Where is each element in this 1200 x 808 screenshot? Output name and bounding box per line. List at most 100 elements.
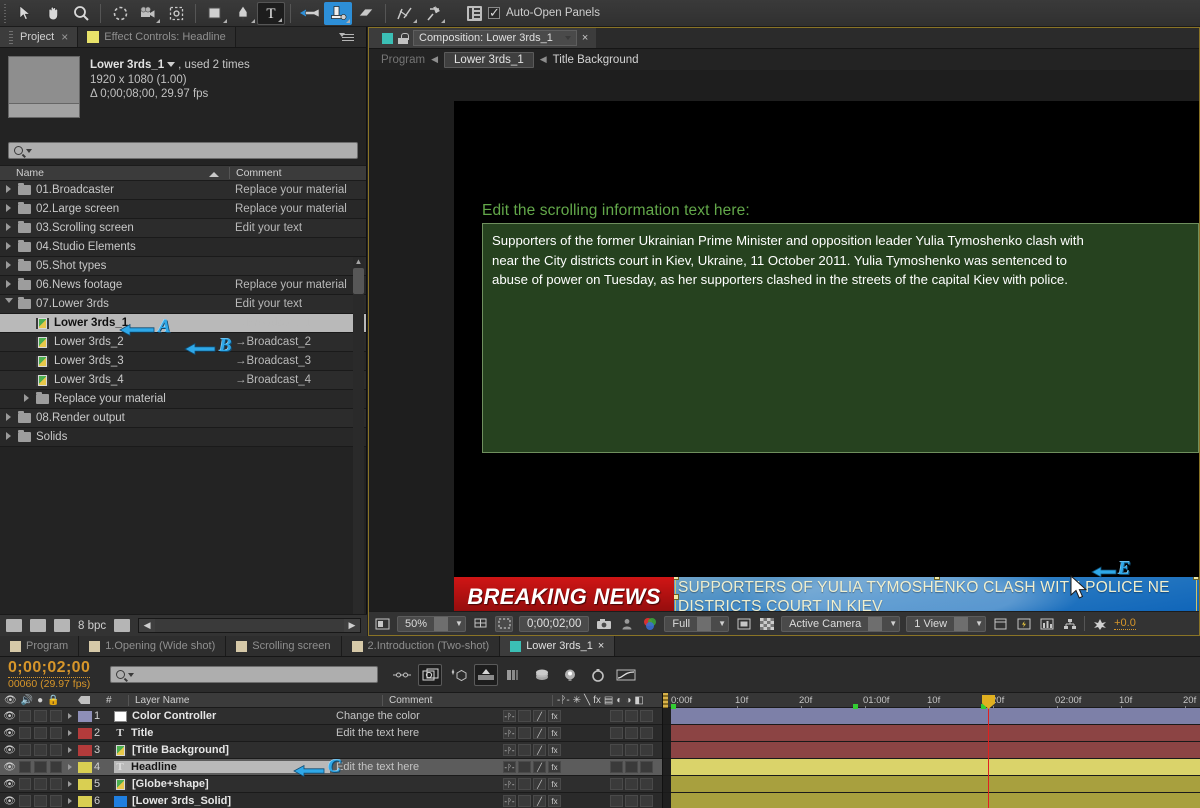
lock-toggle-cell[interactable]: [50, 744, 62, 756]
show-snapshot-icon[interactable]: [618, 616, 635, 631]
project-list-item[interactable]: 04.Studio Elements: [0, 238, 366, 257]
transparency-grid-icon[interactable]: [758, 616, 775, 631]
shy-switch[interactable]: -ᚹ-: [503, 744, 516, 756]
headline-banner[interactable]: SUPPORTERS OF YULIA TYMOSHENKO CLASH WIT…: [674, 577, 1199, 613]
project-list-item[interactable]: Lower 3rds_4→Broadcast_4: [0, 371, 366, 390]
collapse-switch[interactable]: [518, 795, 531, 807]
timeline-tab[interactable]: Scrolling screen: [226, 636, 341, 656]
audio-toggle-cell[interactable]: [19, 761, 31, 773]
layer-label-color[interactable]: [78, 711, 94, 722]
scrollbar-thumb[interactable]: [353, 268, 364, 294]
layer-label-color[interactable]: [78, 762, 94, 773]
layer-disclosure-icon[interactable]: [62, 727, 78, 739]
collapse-switch[interactable]: [518, 761, 531, 773]
project-list-item[interactable]: 01.BroadcasterReplace your material: [0, 181, 366, 200]
project-list-item[interactable]: 07.Lower 3rdsEdit your text: [0, 295, 366, 314]
project-list-item[interactable]: 05.Shot types: [0, 257, 366, 276]
tab-composition[interactable]: Composition: Lower 3rds_1 ×: [369, 28, 596, 48]
enable-motion-blur-icon[interactable]: [502, 664, 526, 686]
views-combo[interactable]: 1 View ▼: [906, 616, 986, 632]
graph-editor-icon[interactable]: [614, 664, 638, 686]
close-icon[interactable]: ×: [582, 32, 588, 44]
work-area-start-handle[interactable]: [663, 693, 668, 708]
exposure-reset-icon[interactable]: [1091, 616, 1108, 631]
scrolling-text-box[interactable]: Supporters of the former Ukrainian Prime…: [482, 223, 1199, 453]
layer-label-color[interactable]: [78, 728, 94, 739]
three-d-switch[interactable]: [640, 761, 653, 773]
breadcrumb-root[interactable]: Program: [381, 54, 425, 66]
project-list-item[interactable]: Replace your material: [0, 390, 366, 409]
effects-switch[interactable]: fx: [548, 727, 561, 739]
quality-switch[interactable]: ╱: [533, 710, 546, 722]
layer-track-row[interactable]: [663, 793, 1200, 808]
breadcrumb-current[interactable]: Lower 3rds_1: [444, 52, 534, 68]
effects-switch[interactable]: fx: [548, 761, 561, 773]
frame-blend-switch[interactable]: [610, 744, 623, 756]
chevron-down-icon[interactable]: [167, 62, 175, 67]
disclosure-closed-icon[interactable]: [4, 260, 13, 272]
hand-tool[interactable]: [39, 2, 67, 25]
layer-name-cell[interactable]: Color Controller: [114, 710, 330, 722]
enable-frame-blending-icon[interactable]: [474, 664, 498, 686]
pixel-aspect-correction-icon[interactable]: [992, 616, 1009, 631]
layer-duration-bar[interactable]: [671, 708, 1200, 724]
chevron-down-icon[interactable]: [26, 149, 32, 153]
solo-toggle-cell[interactable]: [34, 744, 46, 756]
region-of-interest-icon[interactable]: [495, 616, 513, 632]
layer-duration-bar[interactable]: [671, 725, 1200, 741]
hide-shy-layers-icon[interactable]: [446, 664, 470, 686]
layer-row[interactable]: 👁6[Lower 3rds_Solid]-ᚹ-╱fx: [0, 793, 662, 808]
project-list-item[interactable]: 02.Large screenReplace your material: [0, 200, 366, 219]
take-snapshot-icon[interactable]: [595, 616, 612, 631]
scroll-right-icon[interactable]: ▶: [344, 619, 360, 632]
layer-name-cell[interactable]: TTitle: [114, 727, 330, 739]
layer-row[interactable]: 👁3[Title Background]-ᚹ-╱fx: [0, 742, 662, 759]
project-list-item[interactable]: Solids: [0, 428, 366, 447]
audio-toggle-cell[interactable]: [19, 727, 31, 739]
video-frame[interactable]: Edit the scrolling information text here…: [454, 101, 1199, 613]
video-toggle-icon[interactable]: 👁: [3, 762, 16, 773]
video-toggle-icon[interactable]: 👁: [3, 711, 16, 722]
timeline-tab[interactable]: Lower 3rds_1×: [500, 636, 615, 656]
lock-toggle-cell[interactable]: [50, 761, 62, 773]
solo-toggle-cell[interactable]: [34, 778, 46, 790]
close-icon[interactable]: ×: [598, 640, 604, 652]
brainstorm-icon[interactable]: [558, 664, 582, 686]
scroll-up-icon[interactable]: ▲: [353, 257, 364, 266]
effects-switch[interactable]: fx: [548, 744, 561, 756]
timeline-graph-icon[interactable]: [1038, 616, 1055, 631]
shy-switch[interactable]: -ᚹ-: [503, 795, 516, 807]
resize-handle-tr[interactable]: [1193, 577, 1199, 580]
timeline-tab[interactable]: Program: [0, 636, 79, 656]
video-toggle-icon[interactable]: 👁: [3, 779, 16, 790]
motion-blur-switch[interactable]: [625, 778, 638, 790]
project-list-item[interactable]: Lower 3rds_2→Broadcast_2: [0, 333, 366, 352]
three-d-switch[interactable]: [640, 727, 653, 739]
resize-handle-ml[interactable]: [674, 594, 679, 600]
keyframe-marker[interactable]: [671, 704, 676, 709]
audio-toggle-cell[interactable]: [19, 795, 31, 807]
lock-toggle-cell[interactable]: [50, 795, 62, 807]
layer-row[interactable]: 👁2TTitleEdit the text here-ᚹ-╱fx: [0, 725, 662, 742]
magnification-combo[interactable]: 50% ▼: [397, 616, 466, 632]
composition-mini-flowchart-icon[interactable]: [390, 664, 414, 686]
three-d-switch[interactable]: [640, 744, 653, 756]
frame-blend-switch[interactable]: [610, 727, 623, 739]
video-toggle-icon[interactable]: 👁: [3, 728, 16, 739]
layer-name-cell[interactable]: [Lower 3rds_Solid]: [114, 795, 330, 807]
graph-editor-stack-icon[interactable]: [530, 664, 554, 686]
column-header-comment[interactable]: Comment: [229, 167, 366, 179]
column-header-name[interactable]: Name: [0, 167, 229, 179]
project-list-item[interactable]: Lower 3rds_1→Broadcast_1: [0, 314, 366, 333]
footage-icon[interactable]: [54, 619, 70, 632]
solo-toggle-cell[interactable]: [34, 795, 46, 807]
video-toggle-icon[interactable]: 👁: [3, 745, 16, 756]
layer-track-row[interactable]: [663, 759, 1200, 776]
solo-toggle-cell[interactable]: [34, 761, 46, 773]
sort-ascending-icon[interactable]: [209, 172, 219, 177]
auto-open-panels-checkbox[interactable]: [488, 7, 500, 19]
composition-viewer[interactable]: Edit the scrolling information text here…: [369, 70, 1199, 613]
solo-toggle-cell[interactable]: [34, 727, 46, 739]
chevron-down-icon[interactable]: [565, 36, 571, 40]
disclosure-closed-icon[interactable]: [4, 184, 13, 196]
